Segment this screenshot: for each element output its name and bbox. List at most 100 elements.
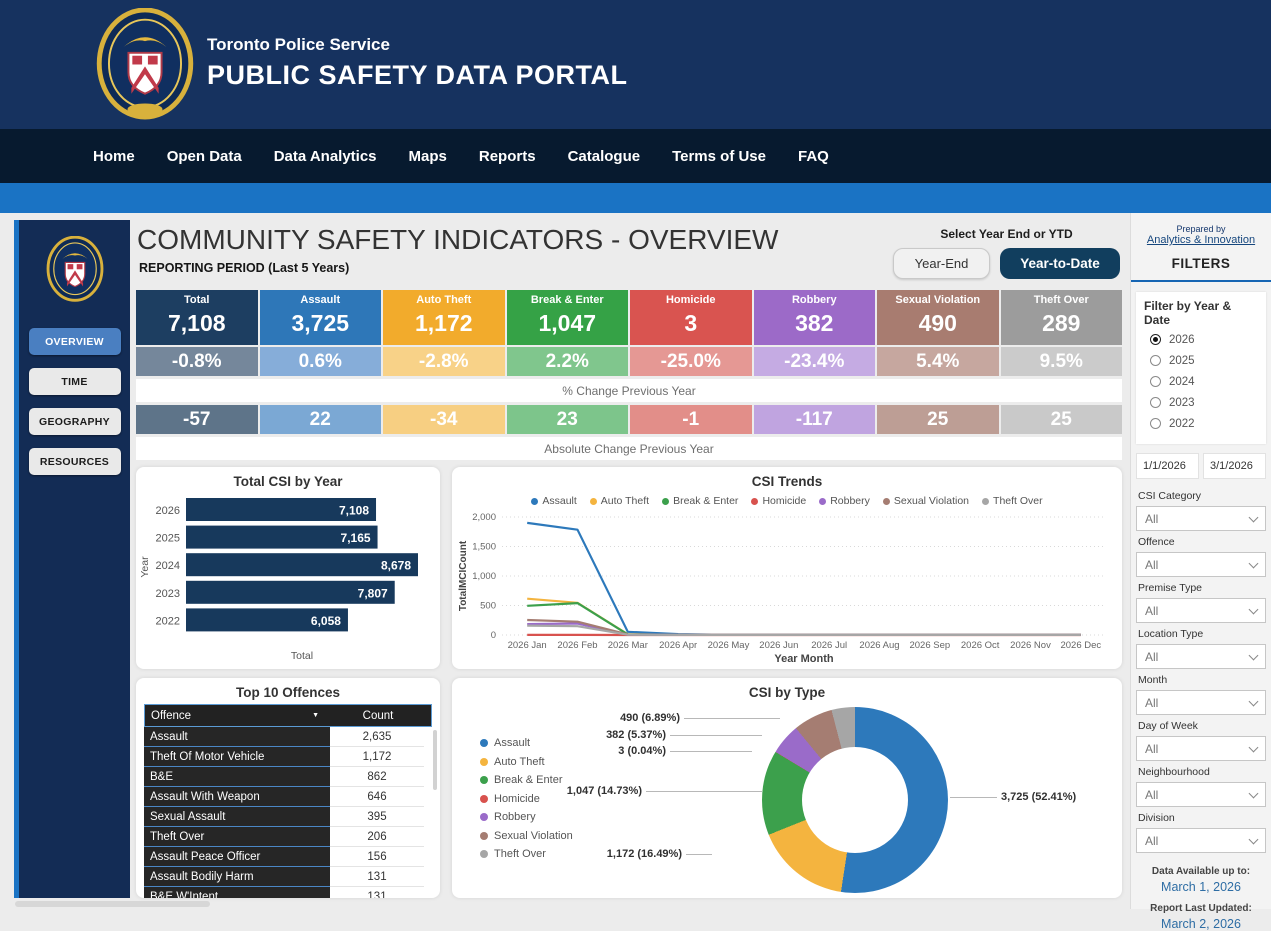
chevron-down-icon [1249, 558, 1259, 568]
total-csi-by-year-chart[interactable]: 20267,10820257,16520248,67820237,8072022… [136, 467, 440, 669]
kpi-card-homicide[interactable]: Homicide 3 [630, 290, 752, 345]
filter-dropdown-csi-category[interactable]: All [1136, 506, 1266, 531]
kpi-value: 382 [754, 310, 876, 337]
nav-item-open-data[interactable]: Open Data [167, 148, 242, 165]
nav-item-faq[interactable]: FAQ [798, 148, 829, 165]
legend-label: Robbery [830, 495, 870, 507]
table-row[interactable]: B&E W'Intent131 [144, 887, 432, 898]
filter-dropdown-offence[interactable]: All [1136, 552, 1266, 577]
reporting-period-label: REPORTING PERIOD (Last 5 Years) [139, 261, 349, 275]
kpi-label: Break & Enter [507, 290, 629, 306]
filter-dropdown-location-type[interactable]: All [1136, 644, 1266, 669]
table-row[interactable]: Theft Of Motor Vehicle1,172 [144, 747, 432, 767]
kpi-pct-auto-theft: -2.8% [383, 347, 505, 376]
radio-icon [1150, 355, 1161, 366]
legend-item-robbery[interactable]: Robbery [819, 495, 870, 507]
report-updated-value: March 2, 2026 [1131, 917, 1271, 931]
sidebar-item-overview[interactable]: OVERVIEW [29, 328, 121, 355]
kpi-card-assault[interactable]: Assault3,725 [260, 290, 382, 345]
kpi-value: 1,047 [507, 310, 629, 337]
analytics-innovation-link[interactable]: Analytics & Innovation [1131, 234, 1271, 246]
prepared-by: Prepared by Analytics & Innovation [1131, 224, 1271, 246]
nav-item-maps[interactable]: Maps [409, 148, 447, 165]
nav-item-home[interactable]: Home [93, 148, 135, 165]
offence-cell: Assault [144, 727, 330, 747]
kpi-card-total[interactable]: Total7,108 [136, 290, 258, 345]
table-header-row[interactable]: Offence ▼ Count [144, 704, 432, 727]
legend-label: Sexual Violation [894, 495, 969, 507]
offence-column-header[interactable]: Offence ▼ [145, 710, 325, 722]
csi-by-type-donut[interactable] [762, 707, 948, 893]
table-row[interactable]: Assault2,635 [144, 727, 432, 747]
horizontal-scrollbar[interactable] [15, 901, 210, 907]
kpi-value: 289 [1001, 310, 1123, 337]
chevron-down-icon [1249, 650, 1259, 660]
legend-item-break-enter[interactable]: Break & Enter [662, 495, 738, 507]
kpi-label: Homicide [630, 290, 752, 306]
legend-item-robbery[interactable]: Robbery [480, 808, 573, 827]
legend-item-theft-over[interactable]: Theft Over [982, 495, 1043, 507]
date-range: 1/1/2026 3/1/2026 [1136, 453, 1266, 479]
table-row[interactable]: B&E862 [144, 767, 432, 787]
legend-item-assault[interactable]: Assault [480, 734, 573, 753]
table-row[interactable]: Assault Bodily Harm131 [144, 867, 432, 887]
radio-icon [1150, 376, 1161, 387]
nav-item-reports[interactable]: Reports [479, 148, 536, 165]
kpi-abs-robbery: -117 [754, 405, 876, 434]
year-radio-2026[interactable]: 2026 [1144, 331, 1258, 348]
date-to-input[interactable]: 3/1/2026 [1203, 453, 1266, 479]
table-row[interactable]: Assault With Weapon646 [144, 787, 432, 807]
nav-item-data-analytics[interactable]: Data Analytics [274, 148, 377, 165]
filter-dropdown-premise-type[interactable]: All [1136, 598, 1266, 623]
kpi-label: Auto Theft [383, 290, 505, 306]
sidebar-item-time[interactable]: TIME [29, 368, 121, 395]
year-to-date-button[interactable]: Year-to-Date [1000, 248, 1120, 279]
leader-line [684, 718, 780, 719]
total-csi-by-year-card: Total CSI by Year 20267,10820257,1652024… [136, 467, 440, 669]
table-row[interactable]: Assault Peace Officer156 [144, 847, 432, 867]
svg-text:2026 Aug: 2026 Aug [859, 640, 899, 651]
count-column-header[interactable]: Count [325, 710, 431, 722]
year-radio-2024[interactable]: 2024 [1144, 373, 1258, 390]
nav-item-catalogue[interactable]: Catalogue [568, 148, 641, 165]
kpi-card-auto-theft[interactable]: Auto Theft1,172 [383, 290, 505, 345]
legend-item-auto-theft[interactable]: Auto Theft [480, 753, 573, 772]
filter-group-neighbourhood: NeighbourhoodAll [1136, 760, 1266, 806]
filter-dropdown-neighbourhood[interactable]: All [1136, 782, 1266, 807]
legend-item-theft-over[interactable]: Theft Over [480, 845, 573, 864]
filter-value: All [1145, 512, 1158, 526]
kpi-card-sexual-violation[interactable]: Sexual Violation490 [877, 290, 999, 345]
offence-cell: B&E W'Intent [144, 887, 330, 898]
filter-dropdown-division[interactable]: All [1136, 828, 1266, 853]
legend-item-auto-theft[interactable]: Auto Theft [590, 495, 649, 507]
svg-text:Year Month: Year Month [774, 653, 834, 665]
sidebar-item-geography[interactable]: GEOGRAPHY [29, 408, 121, 435]
bar-chart-title: Total CSI by Year [136, 467, 440, 489]
table-row[interactable]: Sexual Assault395 [144, 807, 432, 827]
legend-item-homicide[interactable]: Homicide [751, 495, 806, 507]
filter-dropdown-month[interactable]: All [1136, 690, 1266, 715]
legend-item-assault[interactable]: Assault [531, 495, 576, 507]
year-end-button[interactable]: Year-End [893, 248, 990, 279]
filter-group-month: MonthAll [1136, 668, 1266, 714]
date-from-input[interactable]: 1/1/2026 [1136, 453, 1199, 479]
tps-crest-logo [95, 8, 195, 120]
filter-dropdowns: CSI CategoryAllOffenceAllPremise TypeAll… [1131, 484, 1271, 852]
year-radio-2022[interactable]: 2022 [1144, 415, 1258, 432]
kpi-card-robbery[interactable]: Robbery382 [754, 290, 876, 345]
table-scrollbar[interactable] [433, 730, 437, 790]
legend-item-sexual-violation[interactable]: Sexual Violation [480, 827, 573, 846]
kpi-value: 3 [630, 310, 752, 337]
year-radio-2023[interactable]: 2023 [1144, 394, 1258, 411]
sidebar-item-resources[interactable]: RESOURCES [29, 448, 121, 475]
legend-item-sexual-violation[interactable]: Sexual Violation [883, 495, 969, 507]
count-cell: 131 [330, 887, 424, 898]
year-radio-2025[interactable]: 2025 [1144, 352, 1258, 369]
nav-item-terms-of-use[interactable]: Terms of Use [672, 148, 766, 165]
table-row[interactable]: Theft Over206 [144, 827, 432, 847]
filter-dropdown-day-of-week[interactable]: All [1136, 736, 1266, 761]
kpi-card-break-enter[interactable]: Break & Enter 1,047 [507, 290, 629, 345]
count-cell: 2,635 [330, 727, 424, 747]
kpi-card-theft-over[interactable]: Theft Over289 [1001, 290, 1123, 345]
svg-text:8,678: 8,678 [381, 559, 411, 573]
